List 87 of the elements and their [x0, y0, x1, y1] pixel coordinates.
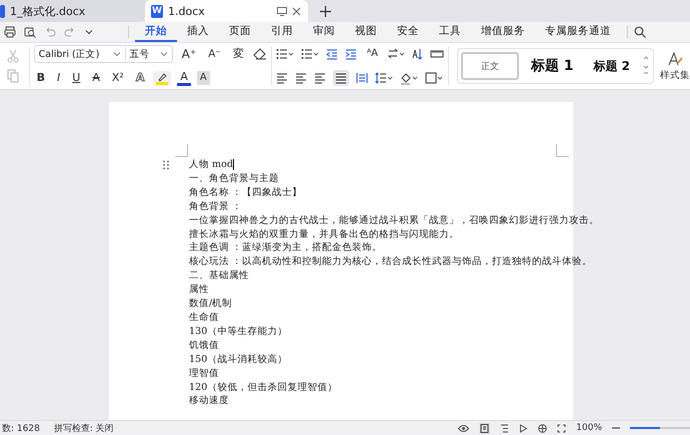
align-icon[interactable] — [276, 72, 288, 84]
word-count: 数: 1628 — [2, 422, 40, 434]
document-text-line: 二、基础属性 — [189, 269, 249, 284]
font-button[interactable]: X² — [108, 70, 127, 86]
ribbon-tab[interactable]: 视图 — [345, 22, 387, 42]
close-icon[interactable] — [292, 6, 301, 16]
document-text-line: 150（战斗消耗较高） — [189, 352, 288, 367]
drag-handle-icon[interactable] — [163, 160, 169, 170]
font-button[interactable]: A — [89, 70, 103, 86]
font-size-button[interactable]: ᴬA — [364, 46, 381, 62]
ribbon-tab[interactable]: 审阅 — [303, 22, 345, 42]
font-button[interactable]: A⁺ — [178, 46, 200, 62]
document-tab[interactable]: 1_格式化.docx — [0, 0, 145, 22]
eraser-icon[interactable] — [252, 48, 267, 60]
document-text-line: 角色名称 ：【四象战士】 — [189, 186, 302, 200]
document-text-line: 饥饿值 — [189, 338, 219, 353]
document-text-line: 人物 mod — [189, 158, 234, 172]
fill-bucket-icon[interactable] — [400, 72, 418, 84]
ribbon-tab[interactable]: 安全 — [387, 22, 429, 42]
document-text-line: 移动速度 — [189, 394, 229, 408]
search-icon[interactable] — [634, 26, 646, 38]
ribbon-tab[interactable]: 工具 — [429, 22, 471, 42]
document-text-line: 理智值 — [189, 366, 219, 380]
align-icon[interactable] — [294, 72, 307, 84]
minus-icon[interactable] — [612, 427, 620, 429]
ribbon-tab[interactable]: 专属服务通道 — [535, 22, 621, 42]
text-direction-icon[interactable] — [388, 48, 404, 60]
play-icon[interactable] — [519, 424, 528, 432]
justify-button[interactable] — [332, 70, 349, 86]
font-button[interactable]: A — [177, 70, 191, 86]
text-cursor — [233, 159, 234, 170]
indent-icon[interactable] — [344, 48, 357, 60]
document-icon — [0, 4, 5, 18]
list-icon[interactable] — [300, 48, 319, 60]
document-icon: W — [151, 4, 163, 18]
document-text-line: 主题色调 ：蓝绿渐变为主，搭配金色装饰。 — [189, 241, 382, 256]
new-tab-icon[interactable] — [320, 6, 331, 16]
border-icon[interactable] — [424, 72, 443, 84]
fit-screen-icon[interactable] — [557, 424, 566, 432]
highlighter-icon — [156, 72, 168, 84]
document-text-line: 角色背景 ： — [189, 200, 242, 214]
chevron-down-icon[interactable] — [84, 27, 94, 37]
zoom-level[interactable]: 100% — [576, 423, 602, 433]
sort-icon[interactable] — [410, 48, 423, 60]
eye-icon[interactable] — [458, 424, 470, 432]
monitor-icon[interactable] — [277, 6, 287, 16]
document-text-line: 120（较低，但击杀回复理智值） — [189, 380, 338, 394]
document-text-line: 数值/机制 — [189, 297, 232, 311]
ruler-icon[interactable] — [430, 48, 444, 60]
document-text-line: 核心玩法 ：以高机动性和控制能力为核心，结合成长性武器与饰品，打造独特的战斗体验。 — [189, 255, 592, 270]
line-spacing-icon[interactable] — [374, 72, 393, 84]
list-icon[interactable] — [276, 48, 294, 60]
outdent-icon[interactable] — [326, 48, 338, 60]
page-icon — [480, 424, 490, 432]
style-option[interactable]: 正文 — [460, 52, 519, 80]
document-text-line: 一位掌握四神兽之力的古代战士，能够通过战斗积累「战意」，召唤四象幻影进行强力攻击。 — [189, 214, 599, 228]
document-text-line: 生命值 — [189, 310, 219, 325]
document-text-line: 130（中等生存能力） — [189, 324, 288, 339]
font-button[interactable]: A⁻ — [205, 46, 224, 62]
style-option[interactable]: 标题 1 — [522, 52, 582, 80]
style-option[interactable]: 标题 2 — [585, 52, 638, 80]
pen-letter-icon — [667, 50, 683, 66]
ribbon-tab[interactable]: 插入 — [177, 22, 219, 42]
document-tab[interactable]: W 1.docx — [145, 0, 308, 22]
page-view-button[interactable] — [479, 422, 490, 434]
spell-check-toggle[interactable]: 拼写检查: 关闭 — [54, 422, 114, 434]
font-button[interactable]: U — [69, 70, 84, 86]
font-button[interactable]: 変 — [230, 46, 247, 62]
ribbon-tab[interactable]: 页面 — [219, 22, 261, 42]
globe-icon[interactable] — [538, 424, 548, 432]
document-text-line: 一、角色背景与主题 — [189, 172, 279, 186]
justify-icon — [334, 72, 347, 84]
outline-icon[interactable] — [500, 424, 510, 432]
distribute-icon[interactable] — [356, 72, 368, 84]
font-button[interactable]: B — [34, 70, 48, 86]
print-preview-icon[interactable] — [24, 26, 36, 38]
ribbon-tab[interactable]: 引用 — [261, 22, 303, 42]
print-icon[interactable] — [4, 26, 16, 38]
font-button[interactable]: I — [54, 70, 64, 86]
ribbon-tab[interactable]: 增值服务 — [471, 22, 535, 42]
document-text-line: 擅长冰霜与火焰的双重力量，并具备出色的格挡与闪现能力。 — [189, 228, 459, 242]
align-icon[interactable] — [314, 72, 326, 84]
style-set-button[interactable]: 样式集 — [660, 50, 690, 82]
highlight-button[interactable] — [153, 70, 172, 86]
font-button[interactable]: A — [196, 71, 210, 85]
document-text-line: 属性 — [189, 283, 209, 298]
font-button[interactable]: A — [132, 70, 148, 86]
